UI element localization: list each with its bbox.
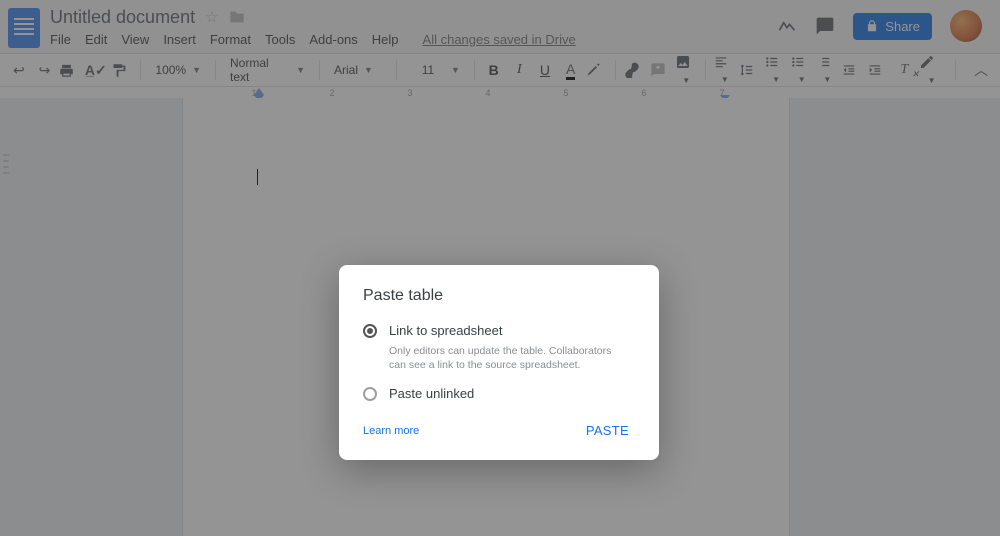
radio-paste-unlinked[interactable]: Paste unlinked: [363, 386, 635, 401]
learn-more-link[interactable]: Learn more: [363, 425, 419, 437]
radio-icon: [363, 387, 377, 401]
paste-button[interactable]: PASTE: [580, 417, 635, 444]
radio-description: Only editors can update the table. Colla…: [389, 344, 629, 372]
dialog-title: Paste table: [363, 287, 635, 305]
paste-table-dialog: Paste table Link to spreadsheet Only edi…: [339, 265, 659, 460]
radio-label: Link to spreadsheet: [389, 323, 502, 338]
radio-link-to-spreadsheet[interactable]: Link to spreadsheet: [363, 323, 635, 338]
radio-label: Paste unlinked: [389, 386, 474, 401]
radio-icon: [363, 324, 377, 338]
